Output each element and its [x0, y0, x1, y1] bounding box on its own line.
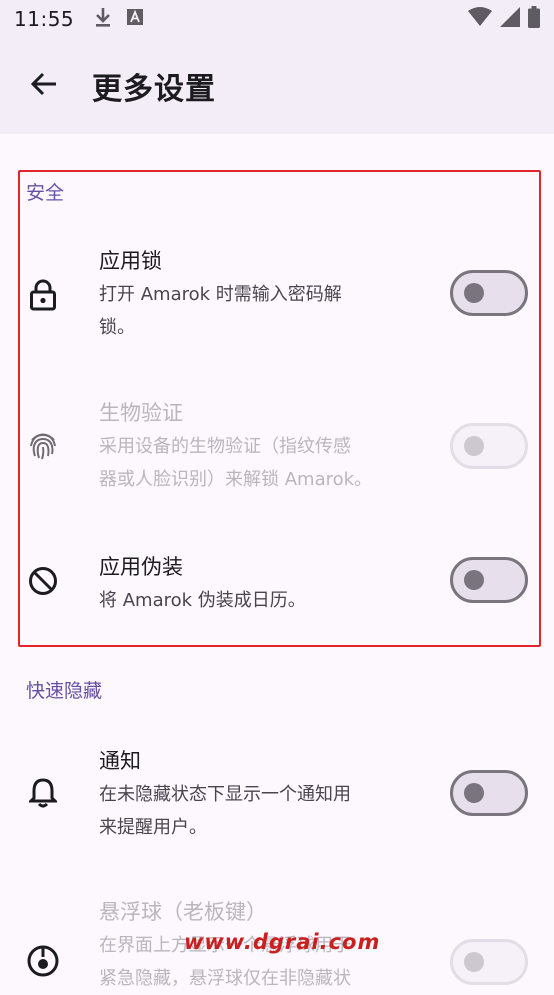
setting-subtitle: 打开 Amarok 时需输入密码解 锁。: [99, 284, 342, 338]
status-time: 11:55: [14, 7, 75, 31]
app-disguise-switch[interactable]: [450, 557, 528, 603]
section-header-quick-hide: 快速隐藏: [26, 680, 103, 702]
setting-title: 生物验证: [99, 401, 183, 425]
settings-list: 安全 应用锁 打开 Amarok 时需输入密码解 锁。 生物验证 采用设备的生物…: [0, 134, 554, 989]
setting-app-disguise[interactable]: 应用伪装 将 Amarok 伪装成日历。: [0, 538, 554, 622]
battery-icon: [528, 6, 540, 32]
floating-ball-switch[interactable]: [450, 939, 528, 985]
watermark: www.dgrai.com: [184, 930, 381, 954]
biometric-switch[interactable]: [450, 423, 528, 469]
setting-title: 应用伪装: [99, 555, 183, 579]
setting-app-lock[interactable]: 应用锁 打开 Amarok 时需输入密码解 锁。: [0, 234, 554, 350]
notification-switch[interactable]: [450, 770, 528, 816]
setting-title: 悬浮球（老板键）: [99, 900, 267, 924]
page-title: 更多设置: [92, 72, 216, 107]
section-header-security: 安全: [26, 182, 65, 204]
setting-title: 应用锁: [99, 249, 162, 273]
setting-subtitle: 在未隐藏状态下显示一个通知用 来提醒用户。: [99, 784, 351, 838]
font-a-icon: [126, 8, 144, 30]
app-lock-switch[interactable]: [450, 270, 528, 316]
setting-biometric[interactable]: 生物验证 采用设备的生物验证（指纹传感 器或人脸识别）来解锁 Amarok。: [0, 386, 554, 502]
block-icon: [26, 564, 60, 598]
setting-subtitle: 将 Amarok 伪装成日历。: [99, 590, 306, 611]
app-bar: 更多设置: [0, 38, 554, 134]
lock-icon: [26, 278, 60, 312]
signal-icon: [500, 7, 520, 31]
status-bar: 11:55: [0, 0, 554, 38]
wifi-icon: [468, 7, 492, 31]
setting-notification[interactable]: 通知 在未隐藏状态下显示一个通知用 来提醒用户。: [0, 730, 554, 846]
setting-title: 通知: [99, 749, 141, 773]
setting-subtitle: 采用设备的生物验证（指纹传感 器或人脸识别）来解锁 Amarok。: [99, 436, 373, 490]
fingerprint-icon: [26, 428, 60, 462]
back-button[interactable]: [16, 58, 72, 114]
arrow-left-icon: [30, 71, 58, 101]
floating-ball-icon: [26, 944, 60, 978]
download-icon: [94, 6, 112, 32]
bell-icon: [26, 775, 60, 809]
